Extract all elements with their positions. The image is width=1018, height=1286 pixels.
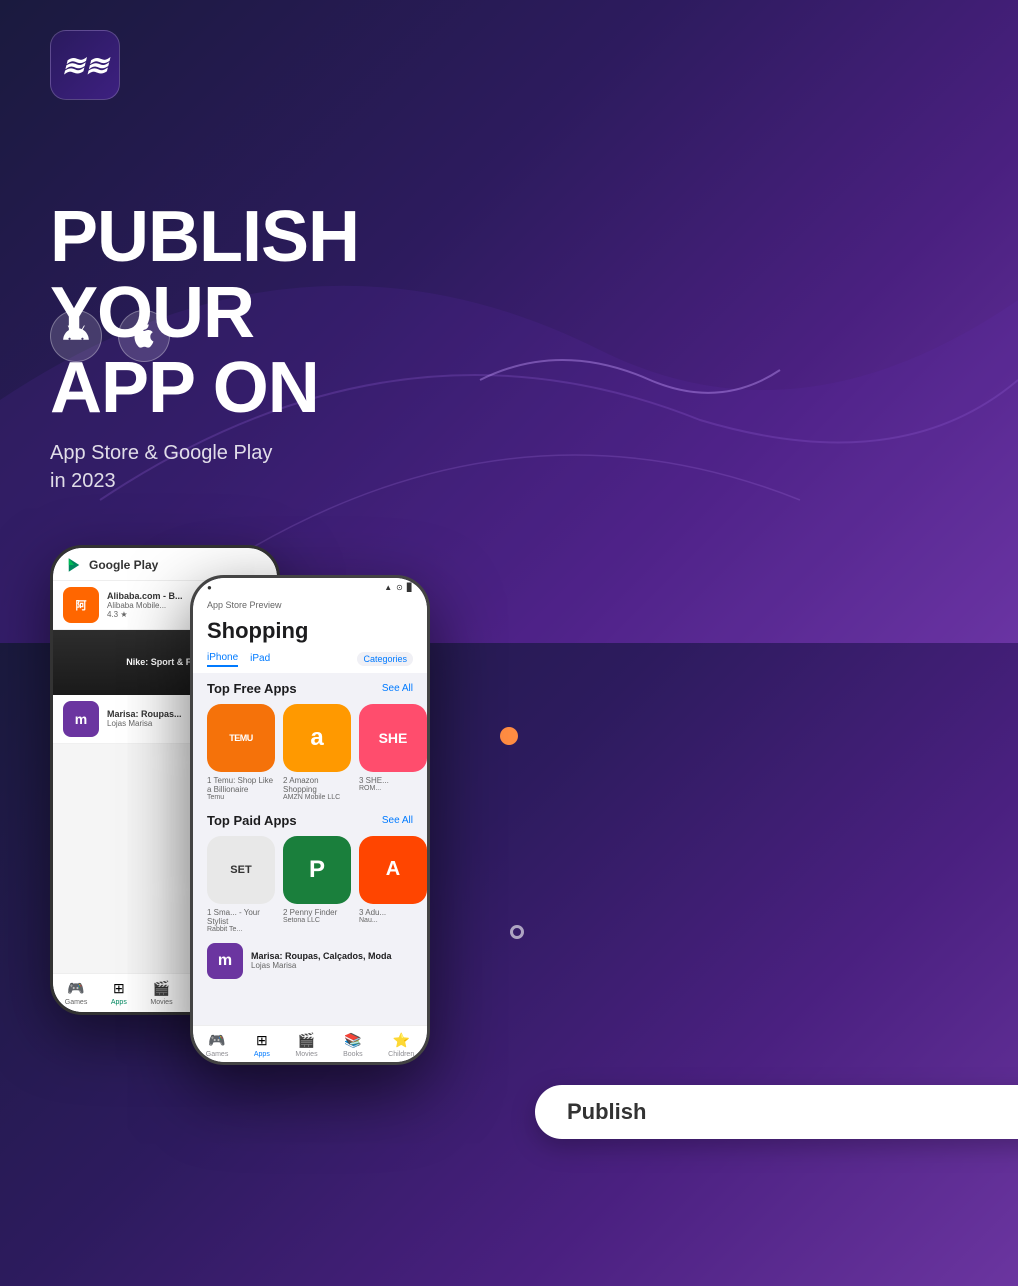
appstore-children-icon: ⭐ <box>392 1032 409 1049</box>
penny-dev: Setona LLC <box>283 917 351 924</box>
temu-app[interactable]: TEMU 1 Temu: Shop Like a Billionaire Tem… <box>207 704 275 801</box>
platform-icons <box>50 310 1018 362</box>
amazon-icon: a <box>283 704 351 772</box>
appstore-movies-icon: 🎬 <box>298 1032 315 1049</box>
tab-ipad[interactable]: iPad <box>250 653 270 666</box>
android-icon-badge <box>50 310 102 362</box>
she-rank: 3 SHE... <box>359 776 427 785</box>
penny-rank: 2 Penny Finder <box>283 908 351 917</box>
gplay-nav-games[interactable]: 🎮 Games <box>65 980 88 1006</box>
tab-iphone[interactable]: iPhone <box>207 652 238 667</box>
decorative-dot-white <box>510 925 524 939</box>
appstore-nav-games[interactable]: 🎮 Games <box>206 1032 229 1058</box>
logo-container: ≋≋ <box>50 30 120 100</box>
appstore-phone: ● ▲ ⊙ ▊ App Store Preview Shopping iPhon… <box>190 575 430 1065</box>
top-free-apps-row: TEMU 1 Temu: Shop Like a Billionaire Tem… <box>193 700 427 805</box>
top-paid-title: Top Paid Apps <box>207 813 297 828</box>
marisa-appstore-name: Marisa: Roupas, Calçados, Moda <box>251 951 392 961</box>
marisa-appstore-icon: m <box>207 943 243 979</box>
appstore-status-bar: ● ▲ ⊙ ▊ <box>193 578 427 598</box>
amazon-rank: 2 Amazon Shopping <box>283 776 351 794</box>
amazon-app[interactable]: a 2 Amazon Shopping AMZN Mobile LLC <box>283 704 351 801</box>
apps-label: Apps <box>111 999 127 1006</box>
adult-rank: 3 Adu... <box>359 908 427 917</box>
appstore-children-label: Children <box>388 1051 414 1058</box>
penny-finder-app[interactable]: P 2 Penny Finder Setona LLC <box>283 836 351 933</box>
appstore-apps-label: Apps <box>254 1051 270 1058</box>
amazon-dev: AMZN Mobile LLC <box>283 794 351 801</box>
penny-finder-icon: P <box>283 836 351 904</box>
top-paid-header: Top Paid Apps See All <box>193 805 427 832</box>
gplay-nav-apps[interactable]: ⊞ Apps <box>111 980 127 1006</box>
apps-icon: ⊞ <box>113 980 125 997</box>
she-dev: ROM... <box>359 785 427 792</box>
she-app[interactable]: SHE 3 SHE... ROM... <box>359 704 427 801</box>
set-rank: 1 Sma... - Your Stylist <box>207 908 275 926</box>
temu-dev: Temu <box>207 794 275 801</box>
appstore-games-label: Games <box>206 1051 229 1058</box>
publish-button-float[interactable]: Publish ↖ <box>535 1085 1018 1139</box>
marisa-icon: m <box>63 701 99 737</box>
subtitle-text: App Store & Google Play in 2023 <box>50 439 480 495</box>
appstore-nav-children[interactable]: ⭐ Children <box>388 1032 414 1058</box>
appstore-nav-books[interactable]: 📚 Books <box>343 1032 362 1058</box>
top-paid-apps-row: SET 1 Sma... - Your Stylist Rabbit Te...… <box>193 832 427 937</box>
games-icon: 🎮 <box>67 980 84 997</box>
appstore-nav-movies[interactable]: 🎬 Movies <box>295 1032 317 1058</box>
movies-icon: 🎬 <box>153 980 170 997</box>
apple-icon <box>130 322 158 350</box>
appstore-bottom-nav: 🎮 Games ⊞ Apps 🎬 Movies 📚 Books ⭐ C <box>193 1025 427 1062</box>
top-free-see-all[interactable]: See All <box>382 683 413 694</box>
tab-categories[interactable]: Categories <box>357 652 413 666</box>
temu-rank: 1 Temu: Shop Like a Billionaire <box>207 776 275 794</box>
marisa-appstore-info: Marisa: Roupas, Calçados, Moda Lojas Mar… <box>251 951 392 970</box>
appstore-games-icon: 🎮 <box>208 1032 225 1049</box>
marisa-row[interactable]: m Marisa: Roupas, Calçados, Moda Lojas M… <box>193 937 427 985</box>
android-icon <box>62 322 90 350</box>
set-dev: Rabbit Te... <box>207 926 275 933</box>
adult-dev: Nau... <box>359 917 427 924</box>
status-time: ● <box>207 583 212 592</box>
gplay-nav-movies[interactable]: 🎬 Movies <box>150 980 172 1006</box>
appstore-apps-icon: ⊞ <box>256 1032 268 1049</box>
top-free-title: Top Free Apps <box>207 681 297 696</box>
appstore-nav-apps[interactable]: ⊞ Apps <box>254 1032 270 1058</box>
set-app[interactable]: SET 1 Sma... - Your Stylist Rabbit Te... <box>207 836 275 933</box>
appstore-title: Shopping <box>193 616 427 652</box>
marisa-appstore-dev: Lojas Marisa <box>251 961 392 970</box>
top-paid-see-all[interactable]: See All <box>382 815 413 826</box>
games-label: Games <box>65 999 88 1006</box>
apple-icon-badge <box>118 310 170 362</box>
adult-app[interactable]: A 3 Adu... Nau... <box>359 836 427 933</box>
temu-icon: TEMU <box>207 704 275 772</box>
appstore-books-icon: 📚 <box>344 1032 361 1049</box>
battery-icon: ▊ <box>407 583 413 592</box>
adult-icon: A <box>359 836 427 904</box>
wifi-icon: ⊙ <box>396 583 403 592</box>
status-icons: ▲ ⊙ ▊ <box>384 583 413 592</box>
appstore-books-label: Books <box>343 1051 362 1058</box>
publish-label: Publish <box>567 1099 646 1125</box>
gplay-title-text: Google Play <box>89 558 158 572</box>
appstore-tabs: iPhone iPad Categories <box>193 652 427 673</box>
appstore-movies-label: Movies <box>295 1051 317 1058</box>
phones-container: Google Play 阿 Alibaba.com - B... Alibaba… <box>0 525 440 1115</box>
set-icon: SET <box>207 836 275 904</box>
signal-icon: ▲ <box>384 583 392 592</box>
decorative-dot-orange <box>500 727 518 745</box>
alibaba-icon: 阿 <box>63 587 99 623</box>
top-free-header: Top Free Apps See All <box>193 673 427 700</box>
gplay-logo-icon <box>65 556 83 574</box>
appstore-preview-label: App Store Preview <box>193 598 427 616</box>
she-icon: SHE <box>359 704 427 772</box>
logo-icon: ≋≋ <box>62 49 109 82</box>
appstore-screen: ● ▲ ⊙ ▊ App Store Preview Shopping iPhon… <box>193 578 427 1062</box>
movies-label: Movies <box>150 999 172 1006</box>
